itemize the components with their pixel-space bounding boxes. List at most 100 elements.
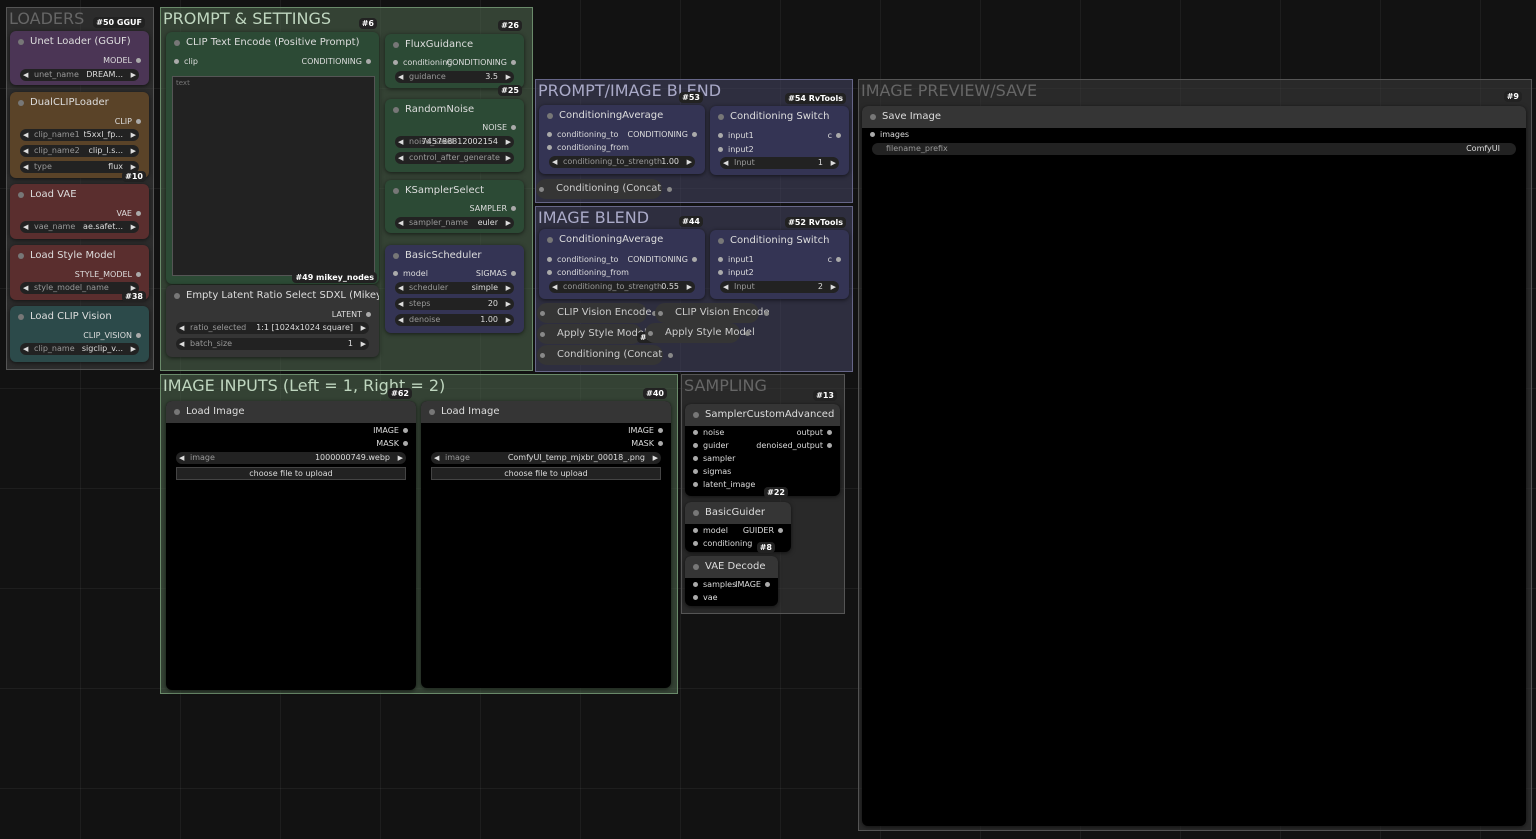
node-title[interactable]: Save Image (862, 106, 1526, 128)
input-samples[interactable]: samples (693, 580, 736, 589)
node-conditioning-average-1[interactable]: ConditioningAverage #53 conditioning_to … (539, 92, 705, 174)
prompt-textarea[interactable]: text (172, 76, 375, 276)
node-title[interactable]: ConditioningAverage (539, 105, 705, 127)
input-input1[interactable]: input1 (718, 255, 754, 264)
widget-filename-prefix[interactable]: filename_prefix ComfyUI (872, 143, 1516, 155)
widget-batch-size[interactable]: batch_size 1 (176, 338, 369, 350)
node-dualcliploader[interactable]: DualCLIPLoader CLIP clip_name1t5xxl_fp..… (10, 92, 149, 182)
input-conditioning-from[interactable]: conditioning_from (547, 268, 629, 277)
output-conditioning[interactable]: CONDITIONING (628, 130, 697, 139)
node-title[interactable]: SamplerCustomAdvanced (685, 404, 840, 426)
input-model[interactable]: model (693, 526, 728, 535)
output-sampler[interactable]: SAMPLER (470, 204, 517, 213)
widget-conditioning-to-strength[interactable]: conditioning_to_strength0.55 (549, 281, 695, 293)
node-title[interactable]: FluxGuidance (385, 34, 524, 56)
input-conditioning-from[interactable]: conditioning_from (547, 143, 629, 152)
input-model[interactable]: model (393, 269, 428, 278)
node-title[interactable]: Load Image (166, 401, 416, 423)
widget-steps[interactable]: steps 20 (395, 298, 514, 310)
widget-clip-name1[interactable]: clip_name1t5xxl_fp... (20, 129, 139, 141)
node-random-noise[interactable]: RandomNoise #25 NOISE noise_seed74578881… (385, 85, 524, 172)
widget-input[interactable]: Input 1 (720, 157, 839, 169)
widget-ratio-selected[interactable]: ratio_selected 1:1 [1024x1024 square] (176, 322, 369, 334)
output-conditioning[interactable]: CONDITIONING (628, 255, 697, 264)
widget-image[interactable]: image ComfyUI_temp_mjxbr_00018_.png (431, 452, 661, 464)
output-clip[interactable]: CLIP (115, 117, 141, 126)
node-clip-vision-encode-2[interactable]: CLIP Vision Encode (655, 303, 770, 323)
node-title[interactable]: Load VAE (10, 184, 149, 206)
output-clip-vision[interactable]: CLIP_VISION (83, 331, 141, 340)
upload-button[interactable]: choose file to upload (431, 467, 661, 480)
node-conditioning-concat-1[interactable]: Conditioning (Concat (536, 179, 672, 199)
widget-scheduler[interactable]: scheduler simple (395, 282, 514, 294)
node-title[interactable]: VAE Decode (685, 556, 778, 578)
widget-image[interactable]: image 1000000749.webp (176, 452, 406, 464)
input-conditioning-to[interactable]: conditioning_to (547, 130, 618, 139)
output-denoised-output[interactable]: denoised_output (756, 441, 832, 450)
node-title[interactable]: Load CLIP Vision (10, 306, 149, 328)
widget-input[interactable]: Input 2 (720, 281, 839, 293)
widget-vae-name[interactable]: vae_name ae.safet... (20, 221, 139, 233)
output-style-model[interactable]: STYLE_MODEL (75, 270, 141, 279)
node-load-image-1[interactable]: Load Image #62 IMAGE MASK image 100000074… (166, 388, 416, 690)
node-conditioning-switch-2[interactable]: Conditioning Switch #52 RvTools input1 c… (710, 217, 849, 299)
node-basic-scheduler[interactable]: BasicScheduler model SIGMAS scheduler sim… (385, 245, 524, 333)
node-load-vae[interactable]: Load VAE VAE vae_name ae.safet... (10, 184, 149, 239)
input-conditioning[interactable]: conditioning (393, 58, 452, 67)
node-title[interactable]: Empty Latent Ratio Select SDXL (Mikey) (166, 285, 379, 307)
node-clip-text-encode[interactable]: CLIP Text Encode (Positive Prompt) #6 cl… (166, 18, 379, 284)
output-mask[interactable]: MASK (376, 439, 408, 448)
widget-denoise[interactable]: denoise 1.00 (395, 314, 514, 326)
node-title[interactable]: BasicGuider (685, 502, 791, 524)
node-load-clip-vision[interactable]: Load CLIP Vision CLIP_VISION clip_name si… (10, 306, 149, 362)
input-guider[interactable]: guider (693, 441, 729, 450)
output-vae[interactable]: VAE (117, 209, 142, 218)
node-flux-guidance[interactable]: FluxGuidance #26 conditioning CONDITIONI… (385, 20, 524, 88)
widget-conditioning-to-strength[interactable]: conditioning_to_strength1.00 (549, 156, 695, 168)
output-image[interactable]: IMAGE (735, 580, 770, 589)
output-sigmas[interactable]: SIGMAS (476, 269, 516, 278)
node-ksampler-select[interactable]: KSamplerSelect SAMPLER sampler_name euler (385, 180, 524, 233)
node-unet-loader[interactable]: Unet Loader (GGUF) #50 GGUF MODEL unet_n… (10, 17, 149, 85)
node-basic-guider[interactable]: BasicGuider #22 model GUIDER conditionin… (685, 487, 791, 552)
input-input2[interactable]: input2 (718, 145, 754, 154)
output-c[interactable]: c (828, 131, 841, 140)
node-vae-decode[interactable]: VAE Decode #8 samples IMAGE vae (685, 542, 778, 606)
node-title[interactable]: KSamplerSelect (385, 180, 524, 202)
node-conditioning-switch-1[interactable]: Conditioning Switch #54 RvTools input1 c… (710, 93, 849, 175)
node-title[interactable]: BasicScheduler (385, 245, 524, 267)
node-sampler-custom-advanced[interactable]: SamplerCustomAdvanced #13 noise output g… (685, 390, 840, 496)
output-mask[interactable]: MASK (631, 439, 663, 448)
node-title[interactable]: DualCLIPLoader (10, 92, 149, 114)
node-title[interactable]: ConditioningAverage (539, 229, 705, 251)
node-title[interactable]: Conditioning Switch (710, 106, 849, 128)
widget-sampler-name[interactable]: sampler_name euler (395, 217, 514, 229)
widget-clip-name2[interactable]: clip_name2 clip_l.s... (20, 145, 139, 157)
output-model[interactable]: MODEL (103, 56, 141, 65)
output-output[interactable]: output (797, 428, 832, 437)
node-title[interactable]: Load Image (421, 401, 671, 423)
node-apply-style-model-1[interactable]: Apply Style Model (537, 324, 652, 344)
output-latent[interactable]: LATENT (332, 310, 371, 319)
input-clip[interactable]: clip (174, 57, 198, 66)
node-title[interactable]: CLIP Text Encode (Positive Prompt) (166, 32, 379, 54)
node-title[interactable]: Load Style Model (10, 245, 149, 267)
widget-clip-name[interactable]: clip_name sigclip_v... (20, 343, 139, 355)
widget-control-after-generate[interactable]: control_after_generate (395, 152, 514, 164)
widget-type[interactable]: type flux (20, 161, 139, 173)
output-conditioning[interactable]: CONDITIONING (447, 58, 516, 67)
input-noise[interactable]: noise (693, 428, 724, 437)
node-conditioning-average-2[interactable]: ConditioningAverage #44 conditioning_to … (539, 216, 705, 299)
input-sigmas[interactable]: sigmas (693, 467, 731, 476)
input-latent-image[interactable]: latent_image (693, 480, 755, 489)
input-conditioning[interactable]: conditioning (693, 539, 752, 548)
widget-style-model-name[interactable]: style_model_name (20, 282, 139, 294)
input-conditioning-to[interactable]: conditioning_to (547, 255, 618, 264)
node-conditioning-concat-2[interactable]: Conditioning (Concat (537, 345, 673, 365)
input-sampler[interactable]: sampler (693, 454, 735, 463)
output-noise[interactable]: NOISE (482, 123, 516, 132)
node-empty-latent-ratio[interactable]: Empty Latent Ratio Select SDXL (Mikey) L… (166, 285, 379, 357)
output-conditioning[interactable]: CONDITIONING (302, 57, 371, 66)
node-title[interactable]: RandomNoise (385, 99, 524, 121)
output-image[interactable]: IMAGE (628, 426, 663, 435)
